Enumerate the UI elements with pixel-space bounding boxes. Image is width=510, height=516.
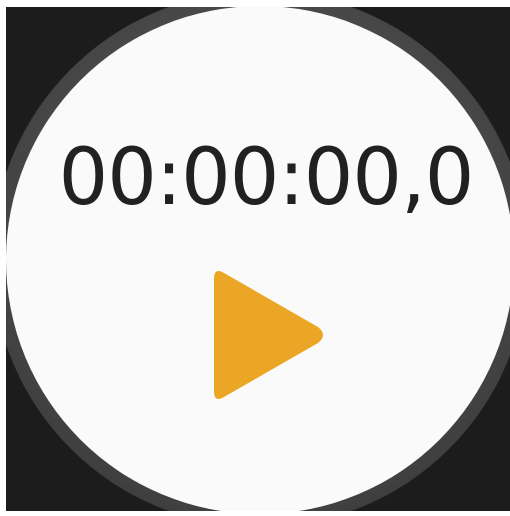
start-button[interactable] bbox=[206, 265, 336, 405]
watch-frame: 00:00:00,0 bbox=[0, 0, 510, 516]
watch-screen: 00:00:00,0 bbox=[6, 7, 510, 511]
elapsed-time-display: 00:00:00,0 bbox=[58, 133, 475, 223]
stopwatch-dial bbox=[6, 7, 510, 511]
play-icon bbox=[214, 271, 323, 399]
